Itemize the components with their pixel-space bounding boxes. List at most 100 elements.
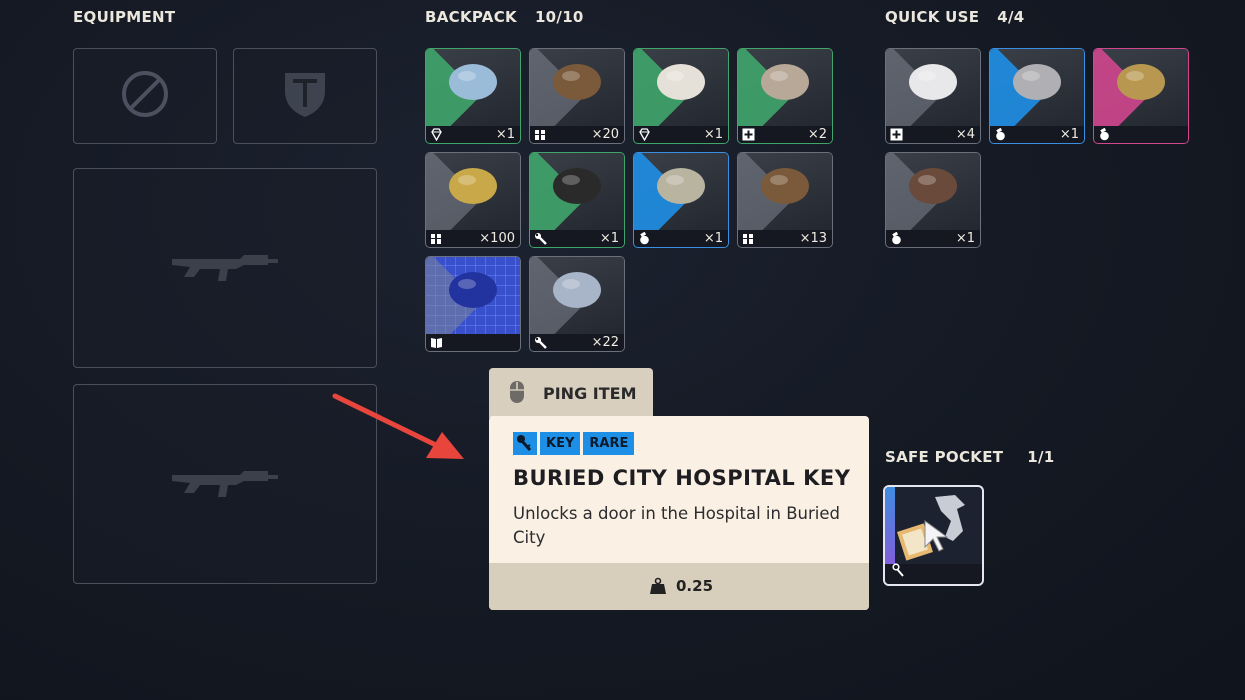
- backpack-item-weapon-blueprint[interactable]: [425, 256, 521, 352]
- item-art: [990, 49, 1084, 143]
- backpack-label: BACKPACK 10/10: [425, 8, 584, 26]
- item-tooltip: KEY RARE BURIED CITY HOSPITAL KEY Unlock…: [489, 416, 869, 610]
- quick-use-count: 4/4: [997, 8, 1025, 26]
- item-quantity: ×1: [1059, 127, 1079, 142]
- safe-pocket-label: SAFE POCKET 1/1: [885, 448, 1055, 466]
- quick-use-item-canister-grenade[interactable]: ×1: [989, 48, 1085, 144]
- tooltip-footer: 0.25: [489, 563, 869, 610]
- item-art: [634, 153, 728, 247]
- medical-icon: [890, 128, 903, 141]
- item-art: [426, 153, 520, 247]
- backpack-item-flask-grenade[interactable]: ×1: [633, 152, 729, 248]
- equipment-slot-weapon-1[interactable]: [73, 168, 377, 368]
- item-title: BURIED CITY HOSPITAL KEY: [513, 466, 851, 490]
- grenade-icon: [994, 127, 1007, 141]
- canister-grenade-art: [1005, 52, 1069, 112]
- item-art: [634, 49, 728, 143]
- item-quantity: ×1: [703, 127, 723, 142]
- item-weight: 0.25: [676, 577, 714, 595]
- item-quantity: ×2: [807, 127, 827, 142]
- item-art: [1094, 49, 1188, 143]
- item-art: [426, 257, 520, 351]
- item-quantity: ×13: [799, 231, 827, 246]
- prohibited-icon: [121, 70, 169, 122]
- backpack-item-pillow-ring[interactable]: ×1: [425, 48, 521, 144]
- safe-pocket-slot[interactable]: [883, 485, 984, 586]
- item-art: [886, 153, 980, 247]
- item-art: [530, 257, 624, 351]
- gold-canister-art: [1109, 52, 1173, 112]
- tag-rarity: RARE: [583, 432, 635, 455]
- book-icon: [430, 336, 443, 349]
- backpack-item-fabric-scraps[interactable]: ×22: [529, 256, 625, 352]
- item-art: [530, 49, 624, 143]
- frag-grenade-art: [901, 156, 965, 216]
- safe-pocket-count: 1/1: [1027, 448, 1055, 466]
- rifle-silhouette-icon: [170, 465, 280, 503]
- quick-use-item-bandage[interactable]: ×4: [885, 48, 981, 144]
- gem-icon: [430, 128, 443, 142]
- item-quantity: ×1: [703, 231, 723, 246]
- pillow-art: [649, 52, 713, 112]
- medical-icon: [742, 128, 755, 141]
- item-art: [530, 153, 624, 247]
- quick-use-label: QUICK USE 4/4: [885, 8, 1025, 26]
- item-quantity: ×20: [591, 127, 619, 142]
- ping-item-button[interactable]: PING ITEM: [489, 368, 653, 418]
- ammo-box-art: [441, 156, 505, 216]
- pointer-arrow: [332, 393, 464, 459]
- tag-key: KEY: [540, 432, 581, 455]
- wrench-icon: [534, 232, 547, 245]
- item-art: [738, 153, 832, 247]
- backpack-item-shotgun-shells-box[interactable]: ×20: [529, 48, 625, 144]
- item-description: Unlocks a door in the Hospital in Buried…: [513, 504, 840, 547]
- hospital-key-art: [897, 495, 965, 561]
- rifle-silhouette-icon: [170, 249, 280, 287]
- item-art: [886, 49, 980, 143]
- backpack-count: 10/10: [534, 8, 584, 26]
- ammo-icon: [534, 128, 547, 141]
- ping-item-label: PING ITEM: [543, 384, 637, 403]
- fabric-scraps-art: [545, 260, 609, 320]
- item-quantity: ×22: [591, 335, 619, 350]
- shield-emblem-icon: [282, 69, 328, 123]
- backpack-item-duct-tape[interactable]: ×1: [529, 152, 625, 248]
- equipment-slot-shield[interactable]: [233, 48, 377, 144]
- weapon-blueprint-art: [441, 260, 505, 320]
- shotgun-shells-box-art: [545, 52, 609, 112]
- item-quantity: ×1: [495, 127, 515, 142]
- item-quantity: ×1: [955, 231, 975, 246]
- equipment-label: EQUIPMENT: [73, 8, 175, 26]
- grenade-icon: [1098, 127, 1111, 141]
- quick-use-label-text: QUICK USE: [885, 8, 980, 26]
- flask-grenade-art: [649, 156, 713, 216]
- shotgun-shells-box-art: [753, 156, 817, 216]
- ammo-icon: [430, 232, 443, 245]
- backpack-item-injector[interactable]: ×2: [737, 48, 833, 144]
- equipment-slot-augment[interactable]: [73, 48, 217, 144]
- safe-pocket-label-text: SAFE POCKET: [885, 448, 1004, 466]
- grenade-icon: [638, 231, 651, 245]
- tooltip-tags: KEY RARE: [513, 432, 635, 455]
- item-quantity: ×4: [955, 127, 975, 142]
- key-icon: [513, 432, 537, 455]
- item-quantity: ×100: [479, 231, 515, 246]
- mouse-icon: [509, 380, 525, 408]
- backpack-item-ammo-box[interactable]: ×100: [425, 152, 521, 248]
- wrench-icon: [534, 336, 547, 349]
- duct-tape-art: [545, 156, 609, 216]
- backpack-item-pillow[interactable]: ×1: [633, 48, 729, 144]
- backpack-label-text: BACKPACK: [425, 8, 517, 26]
- gem-icon: [638, 128, 651, 142]
- weight-icon: [649, 577, 667, 599]
- bandage-art: [901, 52, 965, 112]
- injector-art: [753, 52, 817, 112]
- pillow-ring-art: [441, 52, 505, 112]
- quick-use-item-frag-grenade[interactable]: ×1: [885, 152, 981, 248]
- backpack-item-shotgun-shells-box[interactable]: ×13: [737, 152, 833, 248]
- item-art: [426, 49, 520, 143]
- ammo-icon: [742, 232, 755, 245]
- quick-use-item-gold-canister[interactable]: [1093, 48, 1189, 144]
- item-art: [738, 49, 832, 143]
- equipment-label-text: EQUIPMENT: [73, 8, 176, 26]
